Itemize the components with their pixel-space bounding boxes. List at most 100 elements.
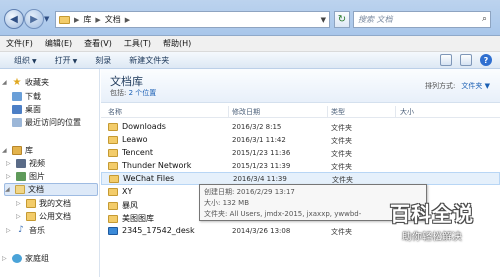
column-date[interactable]: 修改日期	[232, 107, 260, 117]
expanded-arrow-icon[interactable]: ◢	[5, 186, 12, 193]
arrange-by: 排列方式: 文件夹 ▼	[425, 81, 490, 91]
forward-arrow-icon: ▶	[30, 13, 38, 25]
file-date: 2015/1/23 11:36	[232, 149, 291, 157]
nav-my-documents[interactable]: ▷ 我的文档	[16, 197, 71, 210]
chevron-right-icon[interactable]: ▶	[74, 16, 79, 24]
collapsed-arrow-icon[interactable]: ▷	[6, 160, 13, 167]
nav-desktop[interactable]: 桌面	[12, 103, 41, 116]
file-name-cell: WeChat Files	[109, 174, 174, 183]
includes-label: 包括:	[110, 89, 127, 97]
collapsed-arrow-icon[interactable]: ▷	[2, 255, 9, 262]
watermark-title: 百科全说	[390, 202, 474, 226]
column-name[interactable]: 名称	[108, 107, 122, 117]
refresh-button[interactable]: ↻	[334, 11, 350, 28]
chevron-right-icon[interactable]: ▶	[125, 16, 130, 24]
nav-favorites[interactable]: ◢ ★ 收藏夹	[2, 76, 49, 89]
column-headers: 名称 修改日期 类型 大小	[101, 105, 500, 118]
file-type: 文件夹	[331, 124, 352, 132]
nav-documents[interactable]: ◢ 文档	[4, 183, 98, 196]
watermark: 百科全说 助你轻松解决	[390, 198, 474, 243]
breadcrumb-library[interactable]: 库	[83, 14, 91, 25]
expanded-arrow-icon[interactable]: ◢	[2, 147, 9, 154]
library-header: 文档库 包括: 2 个位置 排列方式: 文件夹 ▼	[101, 69, 500, 103]
file-row[interactable]: Downloads 2016/3/2 8:15 文件夹	[101, 121, 500, 134]
tooltip-created: 创建日期: 2016/2/29 13:17	[204, 188, 295, 196]
file-name-cell: Downloads	[108, 122, 166, 131]
history-dropdown-icon[interactable]: ▼	[44, 15, 49, 23]
folder-icon	[108, 201, 118, 210]
file-name: Leawo	[122, 135, 148, 144]
file-name-cell: Leawo	[108, 135, 148, 144]
nav-pictures[interactable]: ▷ 图片	[6, 170, 45, 183]
change-view-icon[interactable]	[440, 54, 452, 66]
nav-recent-places[interactable]: 最近访问的位置	[12, 116, 81, 129]
file-type: 文件夹	[331, 163, 352, 171]
new-folder-button[interactable]: 新建文件夹	[129, 55, 169, 66]
file-name: Downloads	[122, 122, 166, 131]
refresh-icon: ↻	[337, 14, 347, 25]
column-type[interactable]: 类型	[331, 107, 345, 117]
collapsed-arrow-icon[interactable]: ▷	[6, 173, 13, 180]
library-icon	[12, 146, 22, 155]
back-button[interactable]: ◀	[4, 9, 24, 29]
organize-button[interactable]: 组织 ▼	[14, 55, 37, 66]
address-dropdown-icon[interactable]: ▼	[321, 16, 326, 24]
navigation-pane: ◢ ★ 收藏夹 下载 桌面 最近访问的位置 ◢ 库 ▷ 视频 ▷ 图片 ◢ 文档…	[0, 69, 100, 277]
preview-pane-icon[interactable]	[460, 54, 472, 66]
nav-videos[interactable]: ▷ 视频	[6, 157, 45, 170]
menu-edit[interactable]: 编辑(E)	[45, 38, 72, 49]
includes-locations-link[interactable]: 2 个位置	[129, 89, 157, 97]
column-divider[interactable]	[327, 106, 328, 117]
nav-downloads-label: 下载	[25, 92, 41, 101]
file-date: 2014/3/26 13:08	[232, 227, 291, 235]
folder-icon	[109, 174, 119, 183]
column-size[interactable]: 大小	[400, 107, 414, 117]
back-arrow-icon: ◀	[10, 13, 18, 25]
nav-public-documents[interactable]: ▷ 公用文档	[16, 210, 71, 223]
column-divider[interactable]	[228, 106, 229, 117]
download-icon	[12, 92, 22, 101]
menu-file[interactable]: 文件(F)	[6, 38, 33, 49]
column-divider[interactable]	[395, 106, 396, 117]
file-date: 2016/3/2 8:15	[232, 123, 282, 131]
folder-icon	[108, 161, 118, 170]
folder-icon	[108, 135, 118, 144]
menu-tools[interactable]: 工具(T)	[124, 38, 151, 49]
forward-button[interactable]: ▶	[24, 9, 44, 29]
folder-icon	[26, 212, 36, 221]
nav-homegroup[interactable]: ▷ 家庭组	[2, 252, 49, 265]
collapsed-arrow-icon[interactable]: ▷	[6, 227, 13, 234]
help-icon[interactable]: ?	[480, 54, 492, 66]
recent-places-icon	[12, 118, 22, 127]
library-includes: 包括: 2 个位置	[110, 88, 156, 98]
watermark-subtitle: 助你轻松解决	[402, 232, 462, 243]
chevron-down-icon: ▼	[32, 57, 37, 65]
file-name-cell: 2345_17542_desk	[108, 226, 195, 235]
nav-libraries[interactable]: ◢ 库	[2, 144, 33, 157]
menu-help[interactable]: 帮助(H)	[163, 38, 191, 49]
collapsed-arrow-icon[interactable]: ▷	[16, 200, 23, 207]
chevron-right-icon[interactable]: ▶	[95, 16, 100, 24]
file-row[interactable]: Tencent 2015/1/23 11:36 文件夹	[101, 147, 500, 160]
file-name: Thunder Network	[122, 161, 192, 170]
nav-downloads[interactable]: 下载	[12, 90, 41, 103]
file-date: 2016/3/1 11:42	[232, 136, 286, 144]
collapsed-arrow-icon[interactable]: ▷	[16, 213, 23, 220]
file-row[interactable]: Leawo 2016/3/1 11:42 文件夹	[101, 134, 500, 147]
breadcrumb-documents[interactable]: 文档	[105, 14, 121, 25]
nav-music[interactable]: ▷ ♪ 音乐	[6, 224, 45, 237]
address-bar[interactable]: ▶ 库 ▶ 文档 ▶ ▼	[55, 11, 330, 28]
folder-icon	[108, 187, 118, 196]
open-button[interactable]: 打开 ▼	[55, 55, 78, 66]
folder-icon	[108, 122, 118, 131]
arrange-dropdown[interactable]: 文件夹 ▼	[461, 81, 490, 91]
file-type: 文件夹	[331, 228, 352, 236]
burn-button[interactable]: 刻录	[95, 55, 111, 66]
menu-view[interactable]: 查看(V)	[84, 38, 112, 49]
file-list-pane: 文档库 包括: 2 个位置 排列方式: 文件夹 ▼ 名称 修改日期 类型 大小 …	[101, 69, 500, 277]
folder-icon	[26, 199, 36, 208]
folder-icon	[108, 214, 118, 223]
search-input[interactable]: 搜索 文档 ⌕	[353, 11, 491, 28]
video-icon	[16, 159, 26, 168]
expanded-arrow-icon[interactable]: ◢	[2, 79, 9, 86]
